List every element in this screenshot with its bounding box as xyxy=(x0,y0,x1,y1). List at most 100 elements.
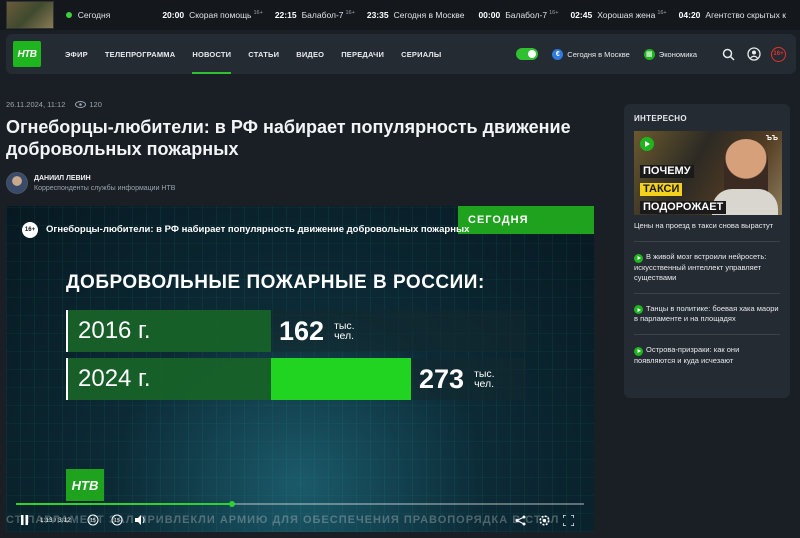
economy-icon: ▦ xyxy=(643,48,655,60)
video-title: Огнеборцы-любители: в РФ набирает популя… xyxy=(46,224,470,235)
progress-fill xyxy=(16,503,232,505)
program-item[interactable]: 22:15 Балабол-7 16+ xyxy=(275,10,355,20)
row-unit-2: чел. xyxy=(334,330,355,342)
svg-text:15: 15 xyxy=(90,518,96,524)
row-value-number: 273 xyxy=(419,363,465,394)
main-nav: НТВ ЭФИР ТЕЛЕПРОГРАММА НОВОСТИ СТАТЬИ ВИДЕО П… xyxy=(6,34,796,74)
row-year-label: 2016 г. xyxy=(66,310,271,352)
progress-handle[interactable] xyxy=(228,501,235,507)
nav-menu: ЭФИР ТЕЛЕПРОГРАММА НОВОСТИ СТАТЬИ ВИДЕО ПЕРЕД… xyxy=(65,34,458,74)
play-icon xyxy=(634,253,643,263)
program-age: 16+ xyxy=(657,10,667,16)
program-item[interactable]: 20:00 Скорая помощь 16+ xyxy=(162,10,263,20)
sidebar-item[interactable]: Танцы в политике: боевая хака маори в па… xyxy=(634,292,780,325)
nav-item-0[interactable]: ЭФИР xyxy=(65,34,88,74)
video-time: 1:13 / 3:12 xyxy=(40,516,71,524)
row-bar xyxy=(271,358,411,400)
chip-economy-label: Экономика xyxy=(658,49,697,59)
program-time: 20:00 xyxy=(162,10,185,20)
video-player[interactable]: СЕГОДНЯ 16+ Огнеборцы-любители: в РФ наб… xyxy=(6,206,594,532)
infographic-heading: ДОБРОВОЛЬНЫЕ ПОЖАРНЫЕ В РОССИИ: xyxy=(66,272,485,293)
sidebar-interesting: ИНТЕРЕСНО ЪЪ ПОЧЕМУ ТАКСИ ПОДОРОЖАЕТ Цен… xyxy=(624,104,790,398)
sidebar-heading: ИНТЕРЕСНО xyxy=(634,114,687,123)
thumbnail-brand: ЪЪ xyxy=(765,135,778,142)
nav-item-3[interactable]: СТАТЬИ xyxy=(248,34,279,74)
sidebar-main-caption[interactable]: Цены на проезд в такси снова вырастут xyxy=(634,221,780,231)
play-icon xyxy=(634,346,643,356)
program-time: 02:45 xyxy=(570,10,593,20)
video-controls: 1:13 / 3:12 15 15 xyxy=(16,512,584,528)
program-age: 16+ xyxy=(345,10,355,16)
nav-item-1[interactable]: ТЕЛЕПРОГРАММА xyxy=(105,34,176,74)
svg-text:15: 15 xyxy=(114,518,120,524)
video-progress-bar[interactable] xyxy=(16,501,584,507)
program-name: Хорошая жена xyxy=(597,10,656,20)
chip-moscow-label: Сегодня в Москве xyxy=(567,49,630,59)
author-block[interactable]: ДАНИИЛ ЛЕВИН Корреспонденты службы инфор… xyxy=(6,172,175,194)
video-age-badge: 16+ xyxy=(22,222,38,238)
nav-item-6[interactable]: СЕРИАЛЫ xyxy=(401,34,441,74)
live-thumbnail[interactable] xyxy=(6,1,54,29)
age-rating-badge: 16+ xyxy=(771,46,786,62)
sidebar-item-label: Острова-призраки: как они появляются и к… xyxy=(634,345,740,365)
moscow-icon: € xyxy=(552,48,564,60)
theme-toggle[interactable] xyxy=(516,48,539,60)
program-name: Агентство скрытых к xyxy=(705,10,786,20)
row-value-number: 162 xyxy=(279,315,325,346)
program-name: Балабол-7 xyxy=(505,10,548,20)
program-item[interactable]: 02:45 Хорошая жена 16+ xyxy=(570,10,666,20)
ntv-logo[interactable]: НТВ xyxy=(13,41,41,67)
article-date: 26.11.2024, 11:12 xyxy=(6,100,66,109)
article-meta: 26.11.2024, 11:12 120 xyxy=(6,100,102,109)
forward-15-icon[interactable]: 15 xyxy=(109,512,125,528)
author-name[interactable]: ДАНИИЛ ЛЕВИН xyxy=(34,175,175,182)
program-time: 22:15 xyxy=(274,10,297,20)
program-item[interactable]: 23:35 Сегодня в Москве xyxy=(367,10,467,20)
row-value: 273 тыс. чел. xyxy=(419,358,495,400)
program-age: 16+ xyxy=(253,10,263,16)
volume-icon[interactable] xyxy=(133,512,149,528)
row-year-label: 2024 г. xyxy=(66,358,271,400)
program-name: Скорая помощь xyxy=(189,10,252,20)
play-icon[interactable] xyxy=(640,137,654,151)
video-ntv-logo: НТВ xyxy=(66,469,104,501)
settings-icon[interactable] xyxy=(536,512,552,528)
views-counter: 120 xyxy=(75,100,102,109)
program-time: 04:20 xyxy=(678,10,701,20)
program-time: 23:35 xyxy=(366,10,389,20)
nav-item-2[interactable]: НОВОСТИ xyxy=(192,34,232,74)
chip-economy[interactable]: ▦ Экономика xyxy=(643,48,697,60)
sidebar-item[interactable]: Острова-призраки: как они появляются и к… xyxy=(634,334,780,366)
share-icon[interactable] xyxy=(512,512,528,528)
now-on-air-label[interactable]: Сегодня xyxy=(78,10,111,20)
infographic-row-2016: 2016 г. 162 тыс. чел. xyxy=(66,310,526,352)
fullscreen-icon[interactable] xyxy=(560,512,576,528)
user-icon[interactable] xyxy=(745,45,763,63)
program-age: 16+ xyxy=(549,10,559,16)
play-icon xyxy=(634,305,643,314)
chip-moscow[interactable]: € Сегодня в Москве xyxy=(552,48,630,60)
live-indicator-icon xyxy=(65,12,72,18)
search-icon[interactable] xyxy=(719,45,737,63)
sidebar-item[interactable]: В живой мозг встроили нейросеть: искусст… xyxy=(634,241,780,283)
program-item[interactable]: 00:00 Балабол-7 16+ xyxy=(478,10,558,20)
sidebar-item-label: В живой мозг встроили нейросеть: искусст… xyxy=(634,252,767,282)
row-value: 162 тыс. чел. xyxy=(279,310,355,352)
program-strip: Сегодня 20:00 Скорая помощь 16+ 22:15 Балабо… xyxy=(0,0,800,30)
rewind-15-icon[interactable]: 15 xyxy=(85,512,101,528)
infographic-row-2024: 2024 г. 273 тыс. чел. xyxy=(66,358,526,400)
author-role: Корреспонденты службы информации НТВ xyxy=(34,184,176,192)
program-time: 00:00 xyxy=(478,10,501,20)
sidebar-main-thumbnail[interactable]: ЪЪ ПОЧЕМУ ТАКСИ ПОДОРОЖАЕТ xyxy=(634,131,782,215)
program-item[interactable]: 04:20 Агентство скрытых к xyxy=(679,10,788,20)
program-name: Балабол-7 xyxy=(301,10,344,20)
program-name: Сегодня в Москве xyxy=(393,10,465,20)
pause-icon[interactable] xyxy=(16,512,32,528)
nav-item-4[interactable]: ВИДЕО xyxy=(296,34,324,74)
author-avatar[interactable] xyxy=(6,172,28,194)
article-title: Огнеборцы-любители: в РФ набирает популя… xyxy=(6,117,571,159)
eye-icon xyxy=(75,101,87,108)
video-channel-brand: СЕГОДНЯ xyxy=(458,206,594,234)
nav-item-5[interactable]: ПЕРЕДАЧИ xyxy=(341,34,384,74)
sidebar-item-label: Танцы в политике: боевая хака маори в па… xyxy=(634,303,779,324)
